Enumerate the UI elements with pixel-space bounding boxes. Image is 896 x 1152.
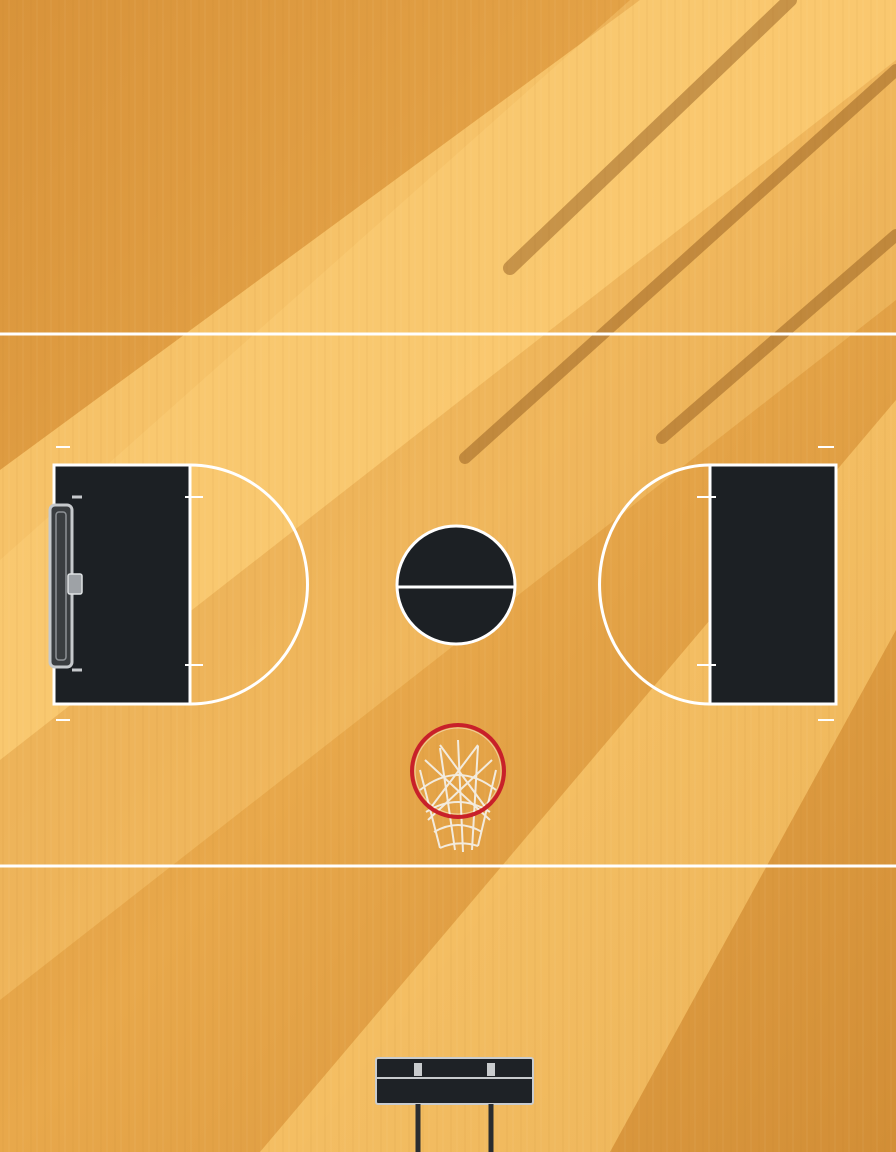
right-key-paint xyxy=(708,463,838,706)
basketball-court-scene xyxy=(0,0,896,1152)
center-circle xyxy=(395,524,517,646)
court-illustration xyxy=(0,0,896,1152)
